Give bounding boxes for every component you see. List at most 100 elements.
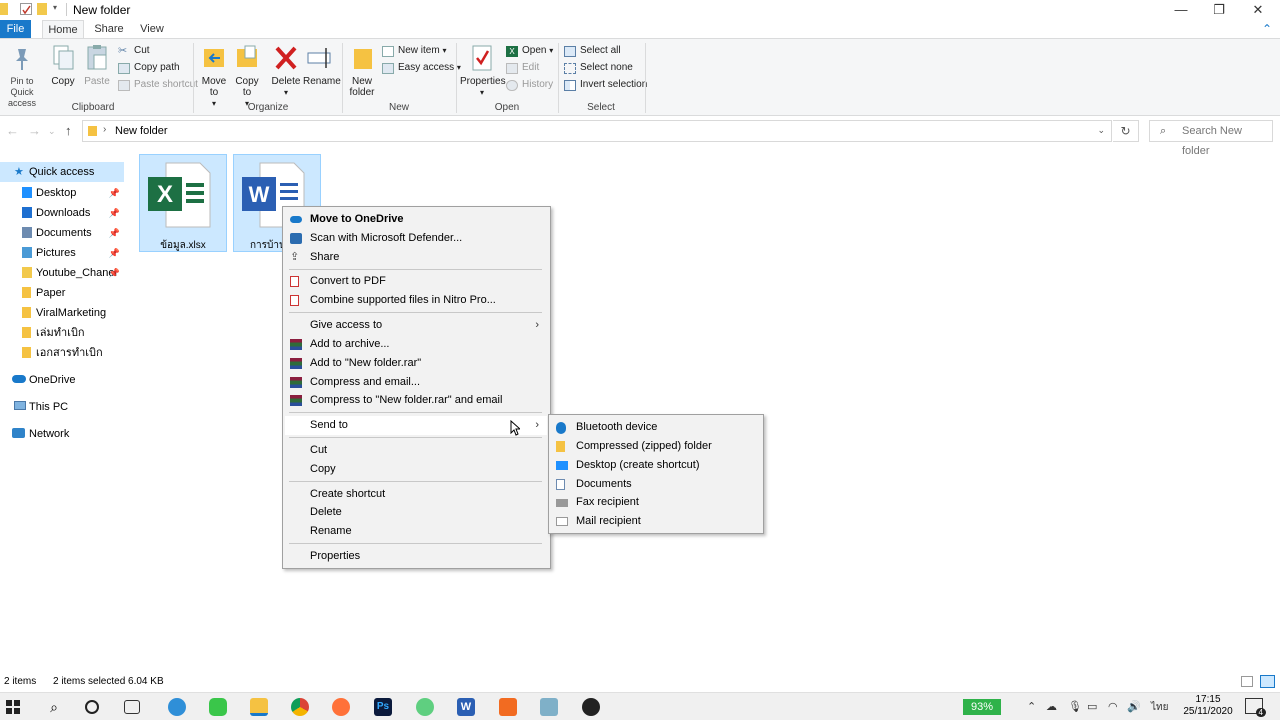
cortana-icon[interactable] [85, 700, 99, 714]
menu-item-delete[interactable]: Delete [285, 503, 547, 522]
menu-item-copy[interactable]: Copy [285, 460, 547, 479]
new-folder-quick-icon[interactable] [37, 3, 47, 15]
battery-percentage[interactable]: 93% [963, 699, 1001, 715]
copy-button[interactable]: Copy [48, 43, 78, 87]
menu-item-send-to[interactable]: Send to › [285, 416, 547, 435]
breadcrumb[interactable]: New folder [115, 125, 168, 137]
forward-arrow-icon[interactable]: → [28, 123, 41, 138]
task-view-icon[interactable] [124, 700, 140, 714]
paste-button[interactable]: Paste [82, 43, 112, 87]
recent-chevron-icon[interactable]: ⌄ [48, 126, 56, 137]
pin-icon[interactable]: 📌 [109, 263, 120, 283]
chevron-down-icon[interactable]: ▾ [53, 3, 65, 15]
menu-item-compressed-folder[interactable]: Compressed (zipped) folder [551, 437, 761, 456]
line-icon[interactable] [209, 698, 227, 716]
move-to-button[interactable]: Move to ▾ [198, 43, 230, 109]
tray-chevron-up-icon[interactable]: ⌃ [1027, 700, 1036, 713]
search-icon[interactable]: ⌕ [45, 698, 63, 716]
menu-item-fax[interactable]: Fax recipient [551, 493, 761, 512]
tab-view[interactable]: View [136, 20, 168, 38]
large-icons-view-icon[interactable] [1260, 675, 1275, 688]
history-button[interactable]: History [506, 77, 553, 93]
menu-item-give-access[interactable]: Give access to › [285, 316, 547, 335]
menu-item-combine-nitro[interactable]: Combine supported files in Nitro Pro... [285, 291, 547, 310]
wifi-icon[interactable]: ◠ [1108, 700, 1118, 713]
menu-item-convert-pdf[interactable]: Convert to PDF [285, 272, 547, 291]
select-none-button[interactable]: Select none [564, 60, 633, 76]
windows-start-icon[interactable] [4, 698, 22, 716]
copy-to-button[interactable]: Copy to ▾ [231, 43, 263, 109]
onedrive-tray-icon[interactable]: ☁ [1046, 700, 1057, 713]
tab-file[interactable]: File [0, 20, 31, 38]
address-box[interactable]: › New folder ⌄ [82, 120, 1112, 142]
menu-item-share[interactable]: ⇪ Share [285, 248, 547, 267]
menu-item-documents[interactable]: Documents [551, 475, 761, 494]
app-green-icon[interactable] [416, 698, 434, 716]
new-item-button[interactable]: New item ▾ [382, 43, 446, 59]
menu-item-add-archive[interactable]: Add to archive... [285, 335, 547, 354]
nav-folder-paper[interactable]: Paper [0, 283, 124, 303]
tab-home[interactable]: Home [42, 20, 84, 38]
nav-pinned-downloads[interactable]: Downloads 📌 [0, 203, 124, 223]
maximize-button[interactable]: ❐ [1199, 0, 1239, 20]
menu-item-create-shortcut[interactable]: Create shortcut [285, 485, 547, 504]
language-indicator[interactable]: ไทย [1151, 700, 1168, 715]
tab-share[interactable]: Share [92, 20, 126, 38]
menu-item-bluetooth[interactable]: Bluetooth device [551, 418, 761, 437]
paste-shortcut-button[interactable]: Paste shortcut [118, 77, 198, 93]
file-explorer-icon[interactable] [250, 698, 268, 716]
nav-folder-thai-2[interactable]: เอกสารทำเบิก [0, 343, 124, 363]
word-taskbar-icon[interactable]: W [457, 698, 475, 716]
nav-pinned-pictures[interactable]: Pictures 📌 [0, 243, 124, 263]
pin-icon[interactable]: 📌 [109, 223, 120, 243]
select-all-button[interactable]: Select all [564, 43, 621, 59]
rename-button[interactable]: Rename [303, 43, 341, 87]
delete-button[interactable]: Delete ▾ [270, 43, 302, 98]
menu-item-rename[interactable]: Rename [285, 522, 547, 541]
nav-pinned-desktop[interactable]: Desktop 📌 [0, 183, 124, 203]
minimize-button[interactable]: — [1161, 0, 1201, 20]
nav-folder-thai-1[interactable]: เล่มทำเบิก [0, 323, 124, 343]
open-button[interactable]: X Open ▾ [506, 43, 553, 59]
help-icon[interactable]: ⌃ [1262, 22, 1272, 36]
nav-onedrive[interactable]: OneDrive [0, 370, 124, 390]
microphone-icon[interactable]: 🎙 [1068, 700, 1082, 713]
close-button[interactable]: ✕ [1238, 0, 1278, 20]
pin-icon[interactable]: 📌 [109, 243, 120, 263]
menu-item-cut[interactable]: Cut [285, 441, 547, 460]
chrome-icon[interactable] [291, 698, 309, 716]
menu-item-desktop-shortcut[interactable]: Desktop (create shortcut) [551, 456, 761, 475]
notifications-icon[interactable]: 4 [1245, 698, 1266, 717]
nav-pinned-youtube_chanel[interactable]: Youtube_Chanel 📌 [0, 263, 124, 283]
nitro-taskbar-icon[interactable] [499, 698, 517, 716]
copy-path-button[interactable]: Copy path [118, 60, 180, 76]
properties-button[interactable]: Properties ▾ [460, 43, 506, 98]
nav-folder-viralmarketing[interactable]: ViralMarketing [0, 303, 124, 323]
nav-quick-access[interactable]: ★ Quick access [0, 162, 124, 182]
photoshop-icon[interactable]: Ps [374, 698, 392, 716]
menu-item-compress-rar-email[interactable]: Compress to "New folder.rar" and email [285, 391, 547, 410]
pin-icon[interactable]: 📌 [109, 203, 120, 223]
menu-item-properties[interactable]: Properties [285, 547, 547, 566]
battery-icon[interactable]: ▭ [1087, 700, 1097, 713]
cut-button[interactable]: ✂ Cut [118, 43, 150, 59]
volume-icon[interactable]: 🔊 [1127, 700, 1141, 713]
details-view-icon[interactable] [1241, 676, 1253, 687]
nav-network[interactable]: Network [0, 424, 124, 444]
search-input[interactable]: ⌕ Search New folder [1149, 120, 1273, 157]
up-arrow-icon[interactable]: ↑ [65, 123, 72, 138]
clock[interactable]: 17:15 25/11/2020 [1178, 694, 1238, 718]
menu-item-mail[interactable]: Mail recipient [551, 512, 761, 531]
nav-this-pc[interactable]: This PC [0, 397, 124, 417]
file-item-excel[interactable]: X ข้อมูล.xlsx [139, 154, 227, 252]
pin-icon[interactable]: 📌 [109, 183, 120, 203]
edit-button[interactable]: Edit [506, 60, 539, 76]
properties-quick-icon[interactable] [20, 3, 32, 15]
new-folder-button[interactable]: New folder [346, 43, 378, 98]
pin-quick-access-button[interactable]: Pin to Quick access [0, 43, 44, 109]
easy-access-button[interactable]: Easy access ▾ [382, 60, 461, 76]
menu-item-compress-email[interactable]: Compress and email... [285, 373, 547, 392]
menu-item-add-rar[interactable]: Add to "New folder.rar" [285, 354, 547, 373]
menu-item-move-to-onedrive[interactable]: Move to OneDrive [285, 210, 547, 229]
address-dropdown-icon[interactable]: ⌄ [1097, 125, 1105, 136]
